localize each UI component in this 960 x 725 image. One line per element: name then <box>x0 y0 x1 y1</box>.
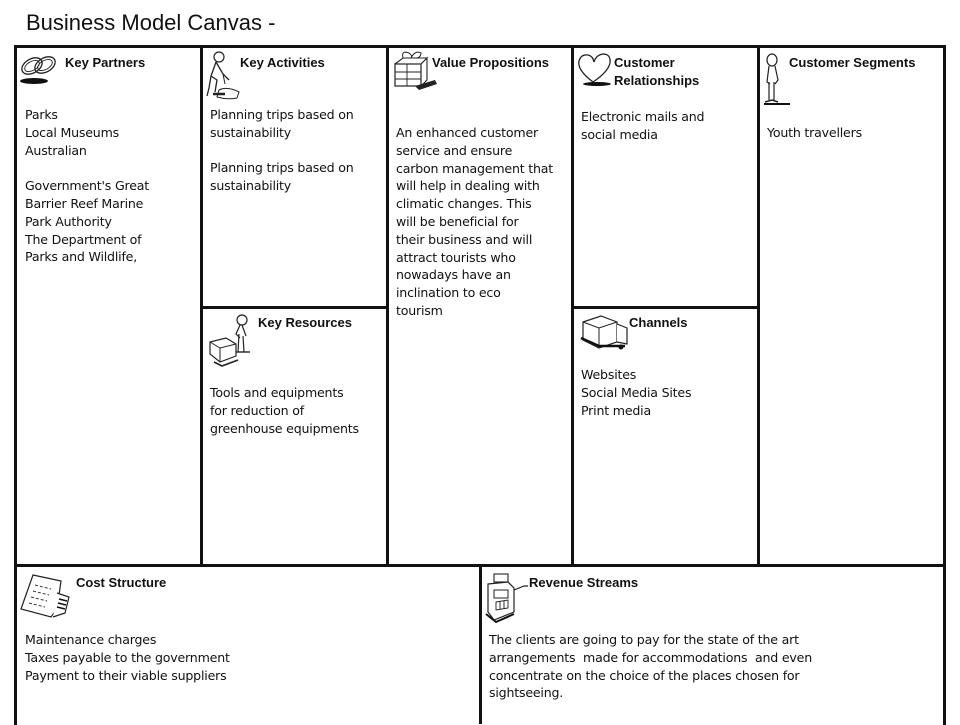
key-partners-header: Key Partners <box>65 55 146 70</box>
customer-relationships-header: Customer Relationships <box>614 55 700 88</box>
person-icon <box>762 52 792 108</box>
page-title: Business Model Canvas - <box>26 10 276 35</box>
divider-row-key-activities <box>200 306 389 309</box>
value-propositions-text: An enhanced customer service and ensure … <box>396 125 554 318</box>
border-left <box>14 45 17 725</box>
channels-text: Websites Social Media Sites Print media <box>581 367 692 418</box>
key-partners-text: Parks Local Museums Australian Governmen… <box>25 107 150 265</box>
border-top <box>14 45 946 48</box>
heart-icon <box>575 52 615 88</box>
value-propositions-header: Value Propositions <box>432 55 550 70</box>
customer-segments-header: Customer Segments <box>789 55 916 70</box>
key-resources-text: Tools and equipments for reduction of gr… <box>210 385 359 436</box>
cost-structure-text: Maintenance charges Taxes payable to the… <box>25 632 230 683</box>
key-activities-text: Planning trips based on sustainability P… <box>210 107 354 194</box>
truck-icon <box>579 312 629 352</box>
receipt-icon <box>17 573 73 621</box>
cash-register-icon <box>484 572 530 624</box>
revenue-streams-header: Revenue Streams <box>529 575 639 590</box>
gift-icon <box>391 50 437 92</box>
customer-relationships-text: Electronic mails and social media <box>581 109 705 142</box>
divider-bottom-split <box>479 564 482 724</box>
person-with-machine-icon <box>206 312 256 368</box>
channels-header: Channels <box>629 315 688 330</box>
divider-row-customer-relationships <box>571 306 760 309</box>
customer-segments-text: Youth travellers <box>767 125 862 140</box>
key-resources-header: Key Resources <box>258 315 352 330</box>
cost-structure-header: Cost Structure <box>76 575 167 590</box>
key-activities-header: Key Activities <box>240 55 325 70</box>
border-right <box>943 45 946 725</box>
chain-link-icon <box>18 52 60 86</box>
worker-icon <box>205 50 245 104</box>
revenue-streams-text: The clients are going to pay for the sta… <box>489 632 812 701</box>
